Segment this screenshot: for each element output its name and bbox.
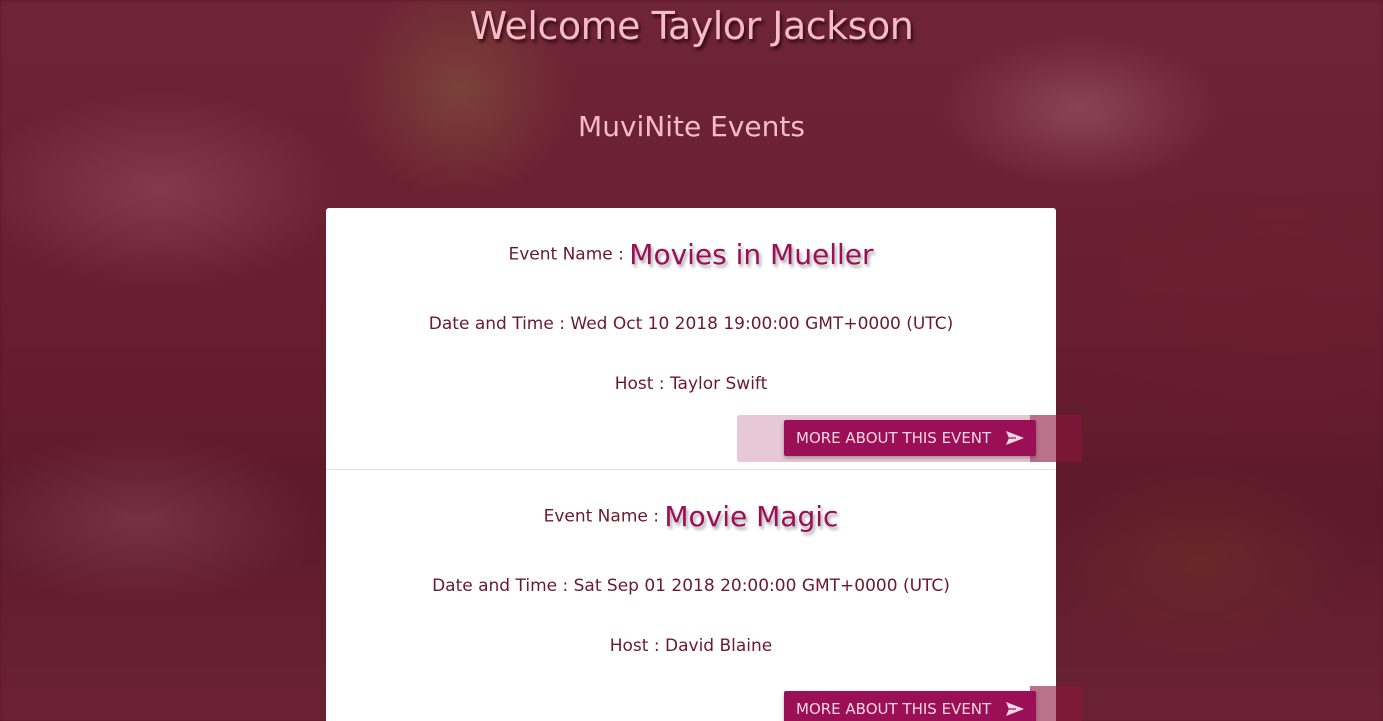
event-date: Wed Oct 10 2018 19:00:00 GMT+0000 (UTC) <box>570 314 954 334</box>
more-about-event-label: MORE ABOUT THIS EVENT <box>796 700 992 718</box>
event-name-row: Event Name : Movies in Mueller <box>326 238 1056 271</box>
event-name-label: Event Name : <box>508 244 624 265</box>
event-host: Taylor Swift <box>669 374 768 394</box>
event-date-row: Date and Time : Sat Sep 01 2018 20:00:00… <box>326 576 1056 596</box>
button-container: MORE ABOUT THIS EVENT <box>737 686 1082 721</box>
event-date-row: Date and Time : Wed Oct 10 2018 19:00:00… <box>326 314 1056 334</box>
event-host-label: Host : <box>614 374 665 394</box>
event-name-label: Event Name : <box>543 506 659 527</box>
event-date-label: Date and Time : <box>432 576 569 596</box>
event-name: Movie Magic <box>664 500 839 533</box>
event-card: Event Name : Movie Magic Date and Time :… <box>326 470 1082 721</box>
welcome-heading: Welcome Taylor Jackson <box>469 4 914 48</box>
event-name: Movies in Mueller <box>629 238 874 271</box>
send-icon <box>1006 431 1024 445</box>
button-hover-highlight: MORE ABOUT THIS EVENT <box>737 415 1082 462</box>
more-about-event-button[interactable]: MORE ABOUT THIS EVENT <box>784 420 1036 456</box>
event-name-row: Event Name : Movie Magic <box>326 500 1056 533</box>
more-about-event-button[interactable]: MORE ABOUT THIS EVENT <box>784 691 1036 721</box>
section-title: MuviNite Events <box>578 110 805 143</box>
event-host-row: Host : Taylor Swift <box>326 374 1056 394</box>
more-about-event-label: MORE ABOUT THIS EVENT <box>796 429 992 447</box>
event-date-label: Date and Time : <box>428 314 565 334</box>
event-host-label: Host : <box>609 636 660 656</box>
event-host: David Blaine <box>665 636 773 656</box>
event-host-row: Host : David Blaine <box>326 636 1056 656</box>
events-list: Event Name : Movies in Mueller Date and … <box>326 208 1082 721</box>
send-icon <box>1006 702 1024 716</box>
event-card: Event Name : Movies in Mueller Date and … <box>326 208 1082 470</box>
event-date: Sat Sep 01 2018 20:00:00 GMT+0000 (UTC) <box>573 576 950 596</box>
